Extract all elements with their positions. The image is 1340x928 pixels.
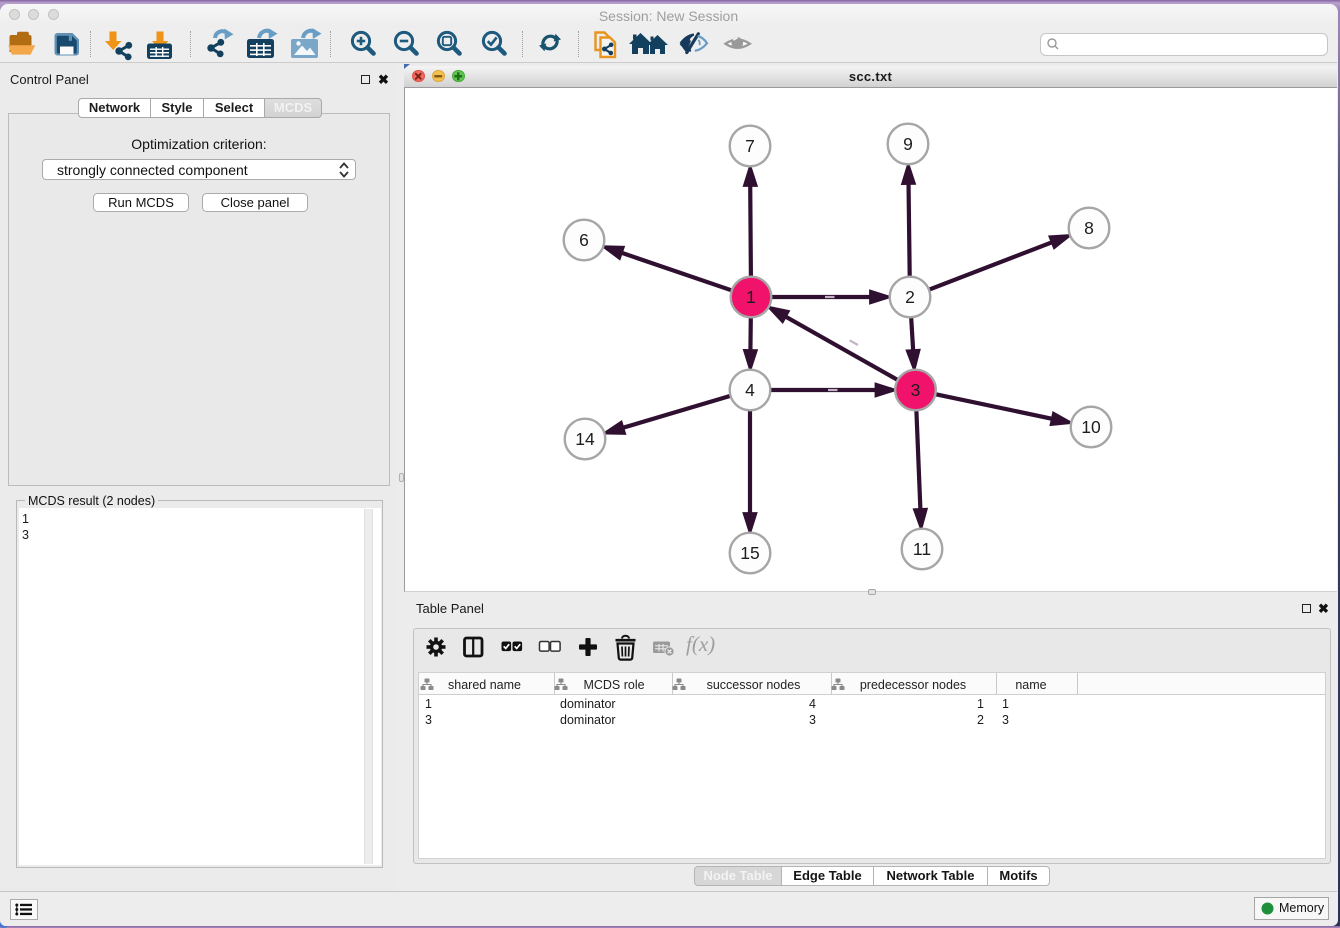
svg-text:14: 14 <box>575 429 595 449</box>
svg-text:11: 11 <box>913 539 931 559</box>
svg-text:3: 3 <box>911 380 921 400</box>
svg-text:8: 8 <box>1084 218 1094 238</box>
svg-text:10: 10 <box>1081 417 1101 437</box>
svg-text:4: 4 <box>745 380 755 400</box>
svg-text:9: 9 <box>903 134 913 154</box>
svg-text:15: 15 <box>740 543 759 563</box>
svg-text:7: 7 <box>745 136 755 156</box>
svg-text:1: 1 <box>746 287 756 307</box>
svg-text:6: 6 <box>579 230 589 250</box>
svg-text:2: 2 <box>905 287 915 307</box>
